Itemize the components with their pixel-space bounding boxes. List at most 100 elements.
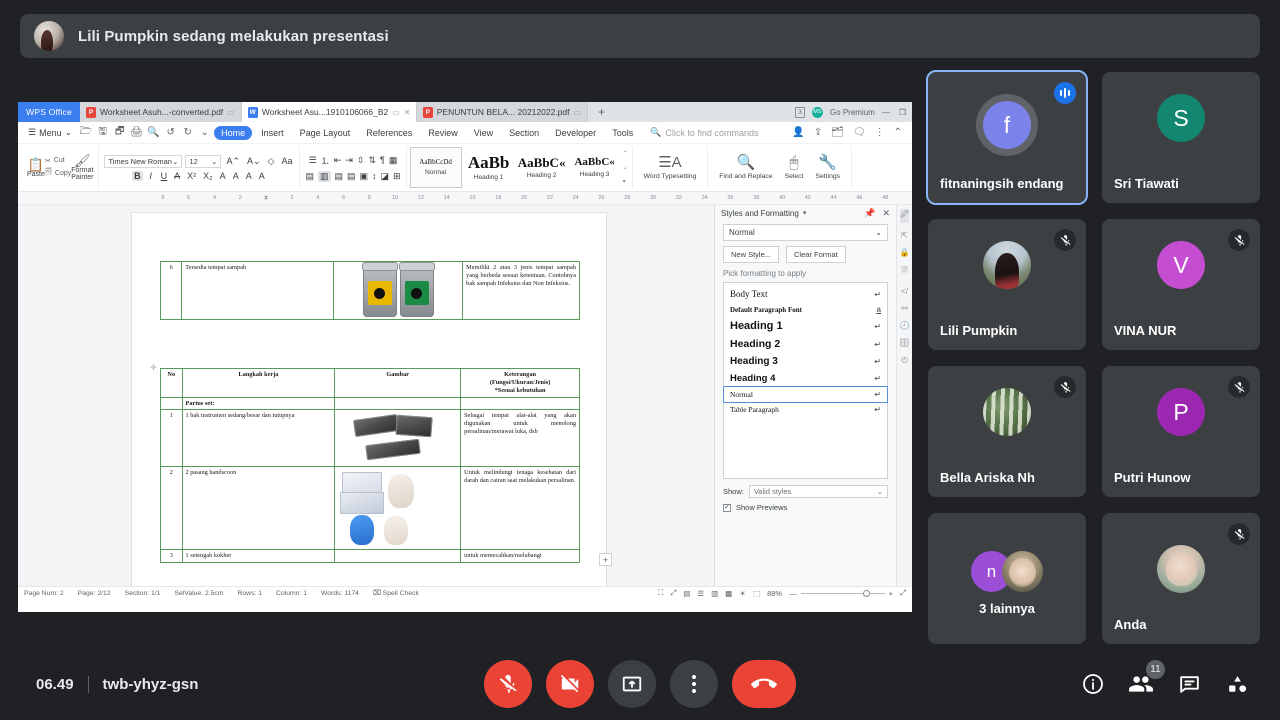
outline-view-icon[interactable]: ☰ xyxy=(697,589,704,598)
select-button[interactable]: 🖱 Select xyxy=(779,154,810,181)
document-table-1[interactable]: 6 Tersedia tempat sampah Memiliki 2 atau… xyxy=(159,261,580,320)
collapse-ribbon-icon[interactable]: ⌃ xyxy=(894,127,902,138)
format-painter-button[interactable]: 🖌 Format Painter xyxy=(71,154,93,181)
document-tab-1[interactable]: P Worksheet Asuh...-converted.pdf ▭ xyxy=(80,102,242,122)
strikethrough-button[interactable]: A xyxy=(172,171,182,181)
outline-rail-icon[interactable]: ⚯ xyxy=(901,304,908,313)
style-list-item-table-paragraph[interactable]: Table Paragraph ↵ xyxy=(724,402,887,417)
italic-button[interactable]: I xyxy=(146,171,156,181)
share-icon[interactable]: ⇪ xyxy=(814,127,822,138)
table-move-handle[interactable]: ✛ xyxy=(150,363,157,372)
shading-icon[interactable]: ◪ xyxy=(381,171,390,182)
distribute-icon[interactable]: ⇳ xyxy=(357,155,365,166)
minimize-button[interactable]: — xyxy=(882,108,890,117)
copy-button[interactable]: 🗐 Copy xyxy=(45,168,71,179)
ribbon-tab-developer[interactable]: Developer xyxy=(548,126,603,140)
new-style-button[interactable]: New Style... xyxy=(723,246,780,263)
participant-tile-bella-ariska-nh[interactable]: Bella Ariska Nh xyxy=(928,366,1086,497)
find-commands-box[interactable]: 🔍 Click to find commands xyxy=(650,127,758,138)
style-list-item-normal[interactable]: Normal ↵ xyxy=(723,386,888,403)
tab-preview-icon[interactable]: ▭ xyxy=(574,108,582,117)
style-list-item-default-paragraph-font[interactable]: Default Paragraph Font a xyxy=(724,302,887,317)
participant-tile-putri-hunow[interactable]: P Putri Hunow xyxy=(1102,366,1260,497)
code-rail-icon[interactable]: </ xyxy=(901,287,908,296)
close-tab-icon[interactable]: ✕ xyxy=(404,108,411,117)
style-list[interactable]: Body Text ↵ Default Paragraph Font a Hea… xyxy=(723,282,888,479)
document-table-2[interactable]: No Langkah kerja Gambar Keterangan (Fung… xyxy=(160,368,580,564)
show-everyone-button[interactable]: 11 xyxy=(1128,660,1165,697)
styles-rail-icon[interactable]: 🖉 xyxy=(900,209,909,223)
collaborate-icon[interactable]: 👤 xyxy=(792,127,804,138)
backup-rail-icon[interactable]: 🗄 xyxy=(899,338,909,347)
new-tab-button[interactable]: + xyxy=(588,102,615,122)
bullet-list-icon[interactable]: ☰ xyxy=(309,155,317,166)
cut-button[interactable]: ✂ Cut xyxy=(45,157,71,165)
grow-font-icon[interactable]: A⌃ xyxy=(224,156,242,167)
align-left-icon[interactable]: ▤ xyxy=(305,171,314,182)
meeting-details-button[interactable] xyxy=(1080,671,1106,697)
align-center-icon[interactable]: ▥ xyxy=(317,170,331,182)
align-right-icon[interactable]: ▤ xyxy=(335,171,344,182)
decrease-indent-icon[interactable]: ⇤ xyxy=(334,155,342,166)
character-border-button[interactable]: A xyxy=(257,171,267,181)
ribbon-tab-tools[interactable]: Tools xyxy=(605,126,640,140)
full-screen-icon[interactable]: ⤢ xyxy=(670,588,676,598)
tab-count-badge[interactable]: 3 xyxy=(795,106,805,118)
font-name-input[interactable]: Times New Roman ⌄ xyxy=(104,154,183,168)
selection-rail-icon[interactable]: ⇱ xyxy=(901,231,908,240)
microphone-button[interactable] xyxy=(484,660,532,708)
style-heading-1[interactable]: AaBb Heading 1 xyxy=(463,147,515,188)
reading-view-icon[interactable]: ▩ xyxy=(725,589,732,598)
zoom-knob[interactable] xyxy=(862,589,870,597)
menu-button[interactable]: ☰ Menu ⌄ xyxy=(24,127,76,138)
justify-icon[interactable]: ▤ xyxy=(347,171,356,182)
more-options-button[interactable] xyxy=(670,660,718,708)
font-color-button[interactable]: A xyxy=(244,171,254,181)
document-canvas[interactable]: 6 Tersedia tempat sampah Memiliki 2 atau… xyxy=(18,205,714,586)
activities-button[interactable] xyxy=(1224,671,1250,697)
numbered-list-icon[interactable]: ⒈ xyxy=(321,154,330,167)
spell-check-button[interactable]: ⌧ Spell Check xyxy=(373,589,419,597)
more-options-icon[interactable]: ⋮ xyxy=(875,127,885,138)
chevron-down-icon[interactable]: ▾ xyxy=(803,209,807,217)
style-list-item-body-text[interactable]: Body Text ↵ xyxy=(724,286,887,302)
settings-button[interactable]: 🔧 Settings xyxy=(809,154,846,181)
sort-icon[interactable]: ⇅ xyxy=(368,155,376,166)
paste-button[interactable]: 📋 Paste xyxy=(27,158,45,178)
participant-tile-lili-pumpkin[interactable]: Lili Pumpkin xyxy=(928,219,1086,350)
ribbon-tab-view[interactable]: View xyxy=(467,126,500,140)
zoom-out-button[interactable]: — xyxy=(789,589,797,598)
style-list-item-heading-1[interactable]: Heading 1 ↵ xyxy=(724,317,887,335)
participant-tile-anda[interactable]: Anda xyxy=(1102,513,1260,644)
show-previews-checkbox[interactable]: ✓ Show Previews xyxy=(715,498,896,517)
ribbon-tab-section[interactable]: Section xyxy=(502,126,546,140)
bold-button[interactable]: B xyxy=(132,170,143,181)
ribbon-tab-page-layout[interactable]: Page Layout xyxy=(293,126,358,140)
ribbon-tab-references[interactable]: References xyxy=(359,126,419,140)
participant-tile-vina-nur[interactable]: V VINA NUR xyxy=(1102,219,1260,350)
open-icon[interactable]: 🗁 xyxy=(78,125,93,140)
style-list-item-heading-4[interactable]: Heading 4 ↵ xyxy=(724,370,887,387)
night-mode-icon[interactable]: ☀ xyxy=(739,589,746,598)
pin-icon[interactable]: 📌 xyxy=(864,208,875,219)
superscript-button[interactable]: X² xyxy=(185,171,198,181)
page-fit-icon[interactable]: ⬚ xyxy=(753,589,760,598)
shared-screen-wps-office[interactable]: WPS Office P Worksheet Asuh...-converted… xyxy=(18,102,912,612)
redo-icon[interactable]: ↻ xyxy=(180,125,195,140)
grid-icon[interactable]: ▦ xyxy=(389,155,398,166)
clear-formatting-icon[interactable]: ◇ xyxy=(266,156,277,167)
tab-preview-icon[interactable]: ▭ xyxy=(392,108,400,117)
styles-scroll-up-icon[interactable]: ⌃ xyxy=(623,150,628,157)
style-normal[interactable]: AaBbCcDd Normal xyxy=(409,147,462,188)
indent-marker-icon[interactable]: ⧗ xyxy=(253,195,279,202)
zoom-track[interactable] xyxy=(800,589,885,597)
leave-call-button[interactable] xyxy=(732,660,796,708)
style-list-item-heading-2[interactable]: Heading 2 ↵ xyxy=(724,335,887,353)
comment-icon[interactable]: 🗨 xyxy=(853,127,866,138)
ribbon-tab-home[interactable]: Home xyxy=(214,125,253,140)
print-icon[interactable]: 🖨 xyxy=(129,125,144,140)
present-screen-button[interactable] xyxy=(608,660,656,708)
insert-row-button[interactable]: + xyxy=(599,553,612,566)
line-spacing-icon[interactable]: ↕ xyxy=(372,171,377,181)
web-layout-view-icon[interactable]: ▥ xyxy=(711,589,718,598)
